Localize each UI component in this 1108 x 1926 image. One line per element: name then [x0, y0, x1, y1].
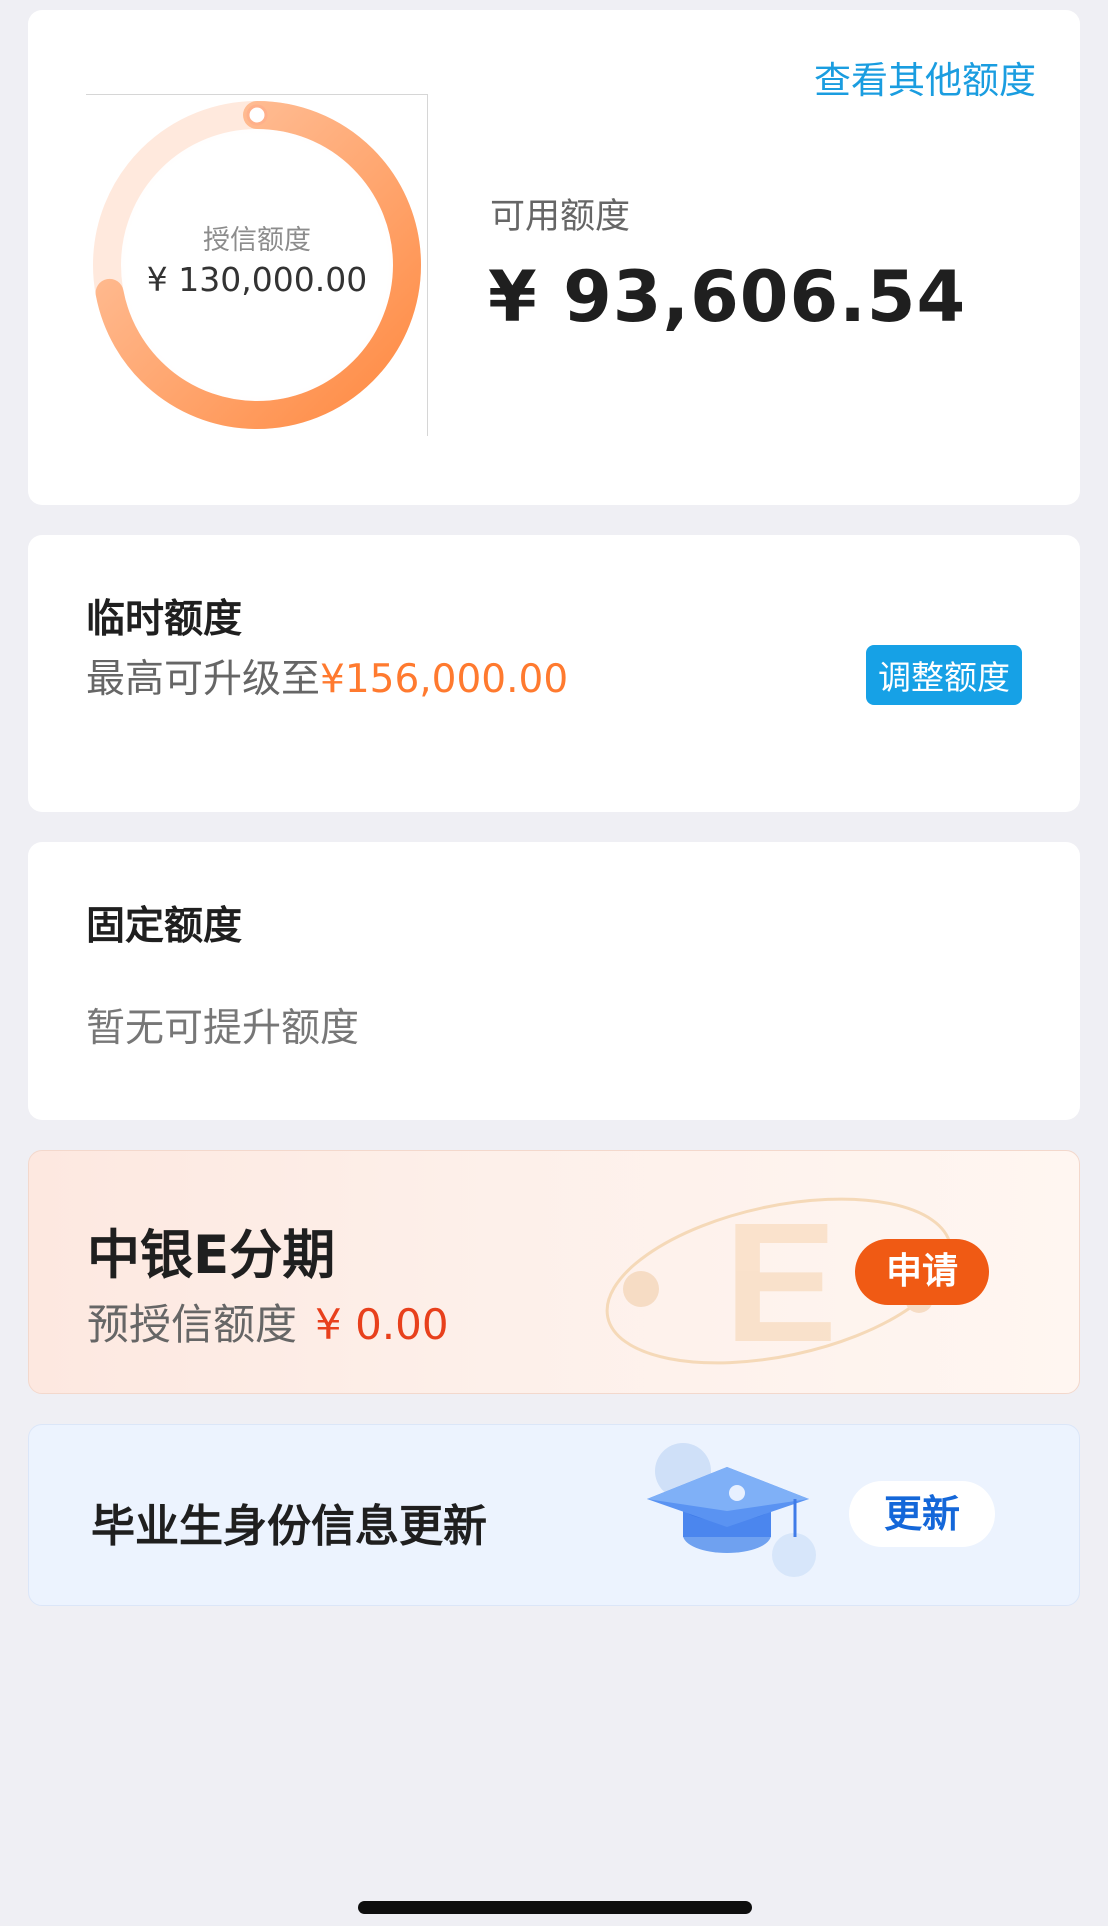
apply-button[interactable]: 申请 [855, 1239, 989, 1305]
home-indicator[interactable] [358, 1901, 752, 1914]
temporary-limit-title: 临时额度 [86, 597, 243, 642]
e-installment-promo-card[interactable]: E 中银E分期 预授信额度 ¥ 0.00 申请 [28, 1150, 1080, 1394]
graduation-cap-icon [647, 1443, 816, 1577]
update-button[interactable]: 更新 [849, 1481, 995, 1547]
graduate-info-title: 毕业生身份信息更新 [91, 1501, 487, 1552]
adjust-limit-button[interactable]: 调整额度 [866, 645, 1022, 705]
fixed-limit-card: 固定额度 暂无可提升额度 [28, 842, 1080, 1120]
fixed-limit-status: 暂无可提升额度 [86, 1006, 360, 1051]
credit-summary-card: 查看其他额度 授信额度 ¥ 130,000.00 可用额度 ¥ 93,606.5… [28, 10, 1080, 505]
view-other-limits-link[interactable]: 查看其他额度 [814, 50, 1036, 104]
pre-credit-label: 预授信额度 [87, 1300, 298, 1349]
pre-credit-amount: ¥ 0.00 [315, 1300, 449, 1349]
fixed-limit-title: 固定额度 [86, 904, 243, 949]
graduate-info-card[interactable]: 毕业生身份信息更新 更新 [28, 1424, 1080, 1606]
svg-text:E: E [724, 1188, 837, 1378]
upgrade-prefix: 最高可升级至 [86, 657, 321, 702]
available-limit-label: 可用额度 [490, 197, 631, 237]
upgrade-amount: ¥156,000.00 [320, 657, 569, 702]
e-installment-title: 中银E分期 [87, 1225, 336, 1286]
credit-ring-chart: 授信额度 ¥ 130,000.00 [86, 94, 428, 436]
temporary-limit-card: 临时额度 最高可升级至¥156,000.00 调整额度 [28, 535, 1080, 812]
credit-limit-amount: ¥ 130,000.00 [146, 260, 368, 299]
temporary-limit-subtitle: 最高可升级至¥156,000.00 [86, 648, 568, 704]
credit-limit-label: 授信额度 [203, 225, 311, 256]
ring-marker [246, 104, 268, 126]
available-limit-amount: ¥ 93,606.54 [488, 256, 967, 338]
pre-credit-line: 预授信额度 ¥ 0.00 [87, 1291, 449, 1352]
